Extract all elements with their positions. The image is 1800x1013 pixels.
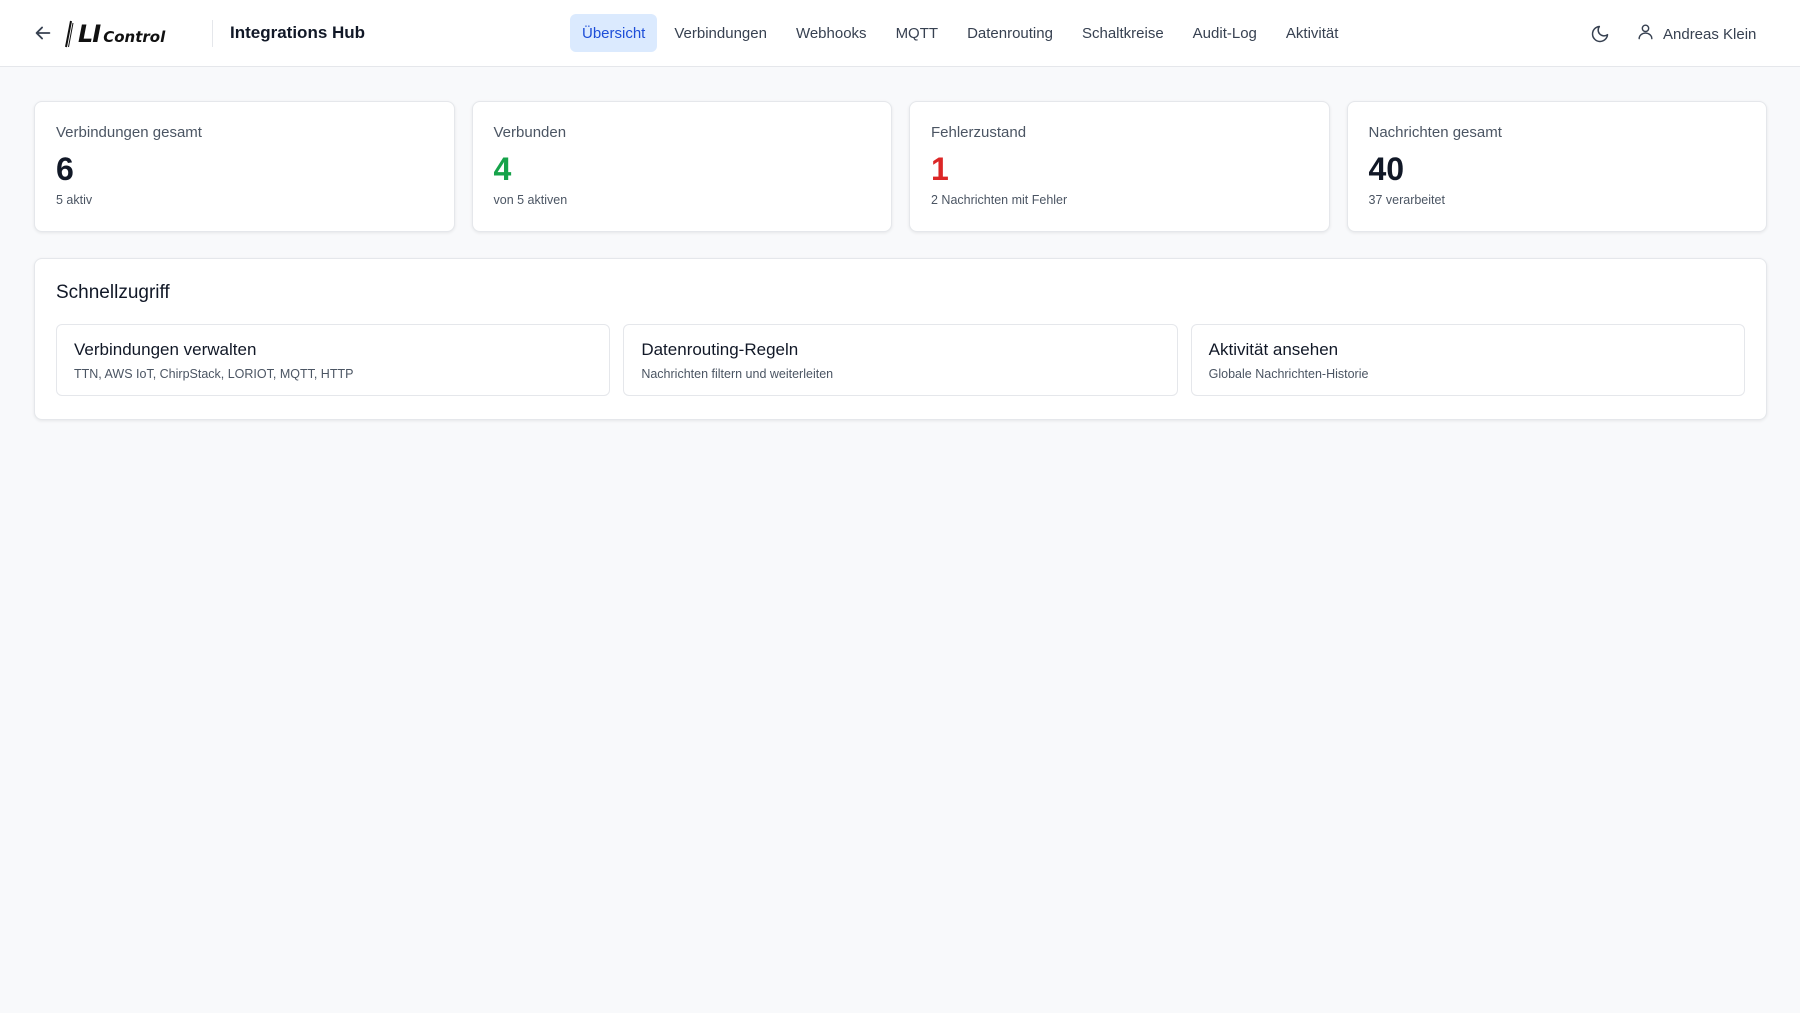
stat-card-connections-total: Verbindungen gesamt 6 5 aktiv: [34, 101, 455, 232]
stats-row: Verbindungen gesamt 6 5 aktiv Verbunden …: [34, 101, 1767, 232]
stat-subtext: 5 aktiv: [56, 193, 93, 207]
stat-card-connected: Verbunden 4 von 5 aktiven: [471, 101, 892, 232]
stat-value: 6: [56, 151, 74, 187]
quick-link-title: Aktivität ansehen: [1208, 340, 1339, 359]
quick-access-grid: Verbindungen verwalten TTN, AWS IoT, Chi…: [56, 324, 1745, 396]
user-name: Andreas Klein: [1663, 25, 1757, 43]
tab-mqtt[interactable]: MQTT: [884, 14, 951, 52]
tab-audit-log[interactable]: Audit-Log: [1181, 14, 1269, 52]
quick-link-manage-connections[interactable]: Verbindungen verwalten TTN, AWS IoT, Chi…: [56, 324, 611, 396]
stat-subtext: 37 verarbeitet: [1368, 193, 1445, 207]
quick-link-description: Nachrichten filtern und weiterleiten: [641, 367, 834, 381]
tab-datenrouting[interactable]: Datenrouting: [955, 14, 1065, 52]
stat-label: Verbindungen gesamt: [56, 124, 202, 141]
logo-text-main: LI: [78, 20, 101, 48]
logo-text-sub: Control: [103, 28, 166, 46]
quick-link-title: Datenrouting-Regeln: [641, 340, 799, 359]
stat-label: Verbunden: [493, 124, 567, 141]
stat-card-messages-total: Nachrichten gesamt 40 37 verarbeitet: [1346, 101, 1767, 232]
main-nav: Übersicht Verbindungen Webhooks MQTT Dat…: [570, 14, 1355, 52]
quick-link-title: Verbindungen verwalten: [74, 340, 257, 359]
tab-aktivitaet[interactable]: Aktivität: [1274, 14, 1351, 52]
app-title: Integrations Hub: [230, 23, 366, 42]
header-divider: [212, 20, 213, 47]
logo-mark-icon: [65, 20, 74, 48]
quick-access-panel: Schnellzugriff Verbindungen verwalten TT…: [34, 258, 1767, 420]
stat-label: Fehlerzustand: [931, 124, 1027, 141]
tab-uebersicht[interactable]: Übersicht: [570, 14, 658, 52]
moon-icon[interactable]: [1586, 20, 1614, 48]
stat-subtext: 2 Nachrichten mit Fehler: [931, 193, 1068, 207]
quick-access-title: Schnellzugriff: [56, 282, 170, 303]
user-menu[interactable]: Andreas Klein: [1636, 20, 1756, 48]
stat-card-error-state: Fehlerzustand 1 2 Nachrichten mit Fehler: [909, 101, 1330, 232]
quick-link-routing-rules[interactable]: Datenrouting-Regeln Nachrichten filtern …: [623, 324, 1178, 396]
stat-value: 4: [493, 151, 512, 187]
quick-link-description: Globale Nachrichten-Historie: [1208, 367, 1369, 381]
tab-webhooks[interactable]: Webhooks: [784, 14, 879, 52]
quick-link-view-activity[interactable]: Aktivität ansehen Globale Nachrichten-Hi…: [1190, 324, 1745, 396]
licontrol-logo[interactable]: LI Control: [64, 18, 165, 50]
arrow-left-icon[interactable]: [30, 20, 56, 46]
stat-label: Nachrichten gesamt: [1368, 124, 1502, 141]
tab-verbindungen[interactable]: Verbindungen: [662, 14, 779, 52]
stat-subtext: von 5 aktiven: [493, 193, 568, 207]
top-navigation-bar: LI Control Integrations Hub Übersicht Ve…: [0, 0, 1800, 67]
tab-schaltkreise[interactable]: Schaltkreise: [1070, 14, 1176, 52]
stat-value: 1: [931, 151, 949, 187]
stat-value: 40: [1368, 151, 1405, 187]
user-icon: [1636, 22, 1655, 46]
quick-link-description: TTN, AWS IoT, ChirpStack, LORIOT, MQTT, …: [74, 367, 354, 381]
